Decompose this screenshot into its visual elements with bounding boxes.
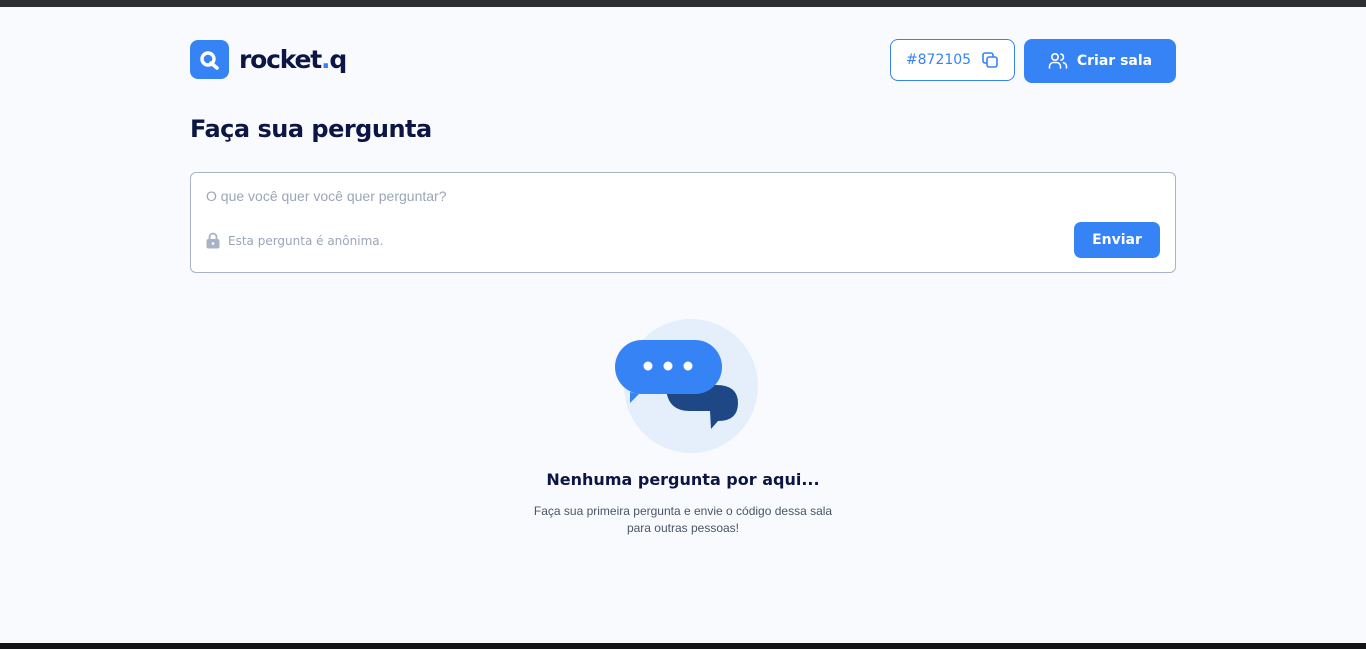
taskbar — [0, 643, 1366, 649]
users-icon — [1048, 52, 1068, 70]
logo-icon — [190, 40, 229, 79]
question-input[interactable] — [206, 185, 1146, 207]
anonymous-note-text: Esta pergunta é anônima. — [228, 233, 384, 248]
empty-state-title: Nenhuma pergunta por aqui... — [546, 470, 820, 489]
empty-state-text: Faça sua primeira pergunta e envie o cód… — [533, 504, 833, 535]
question-form: Esta pergunta é anônima. Enviar — [190, 172, 1176, 273]
copy-icon — [981, 51, 999, 69]
create-room-label: Criar sala — [1076, 53, 1153, 69]
send-button[interactable]: Enviar — [1074, 222, 1160, 258]
browser-top-bar — [0, 0, 1366, 7]
anonymous-note: Esta pergunta é anônima. — [206, 232, 383, 249]
create-room-button[interactable]: Criar sala — [1024, 39, 1176, 83]
lock-icon — [206, 232, 220, 249]
logo-text: rocket.q — [239, 45, 347, 74]
chat-bubbles-icon — [610, 315, 760, 464]
room-code-text: #872105 — [905, 52, 972, 68]
logo[interactable]: rocket.q — [190, 40, 347, 79]
page-title: Faça sua pergunta — [190, 115, 432, 143]
room-code-button[interactable]: #872105 — [890, 39, 1015, 81]
